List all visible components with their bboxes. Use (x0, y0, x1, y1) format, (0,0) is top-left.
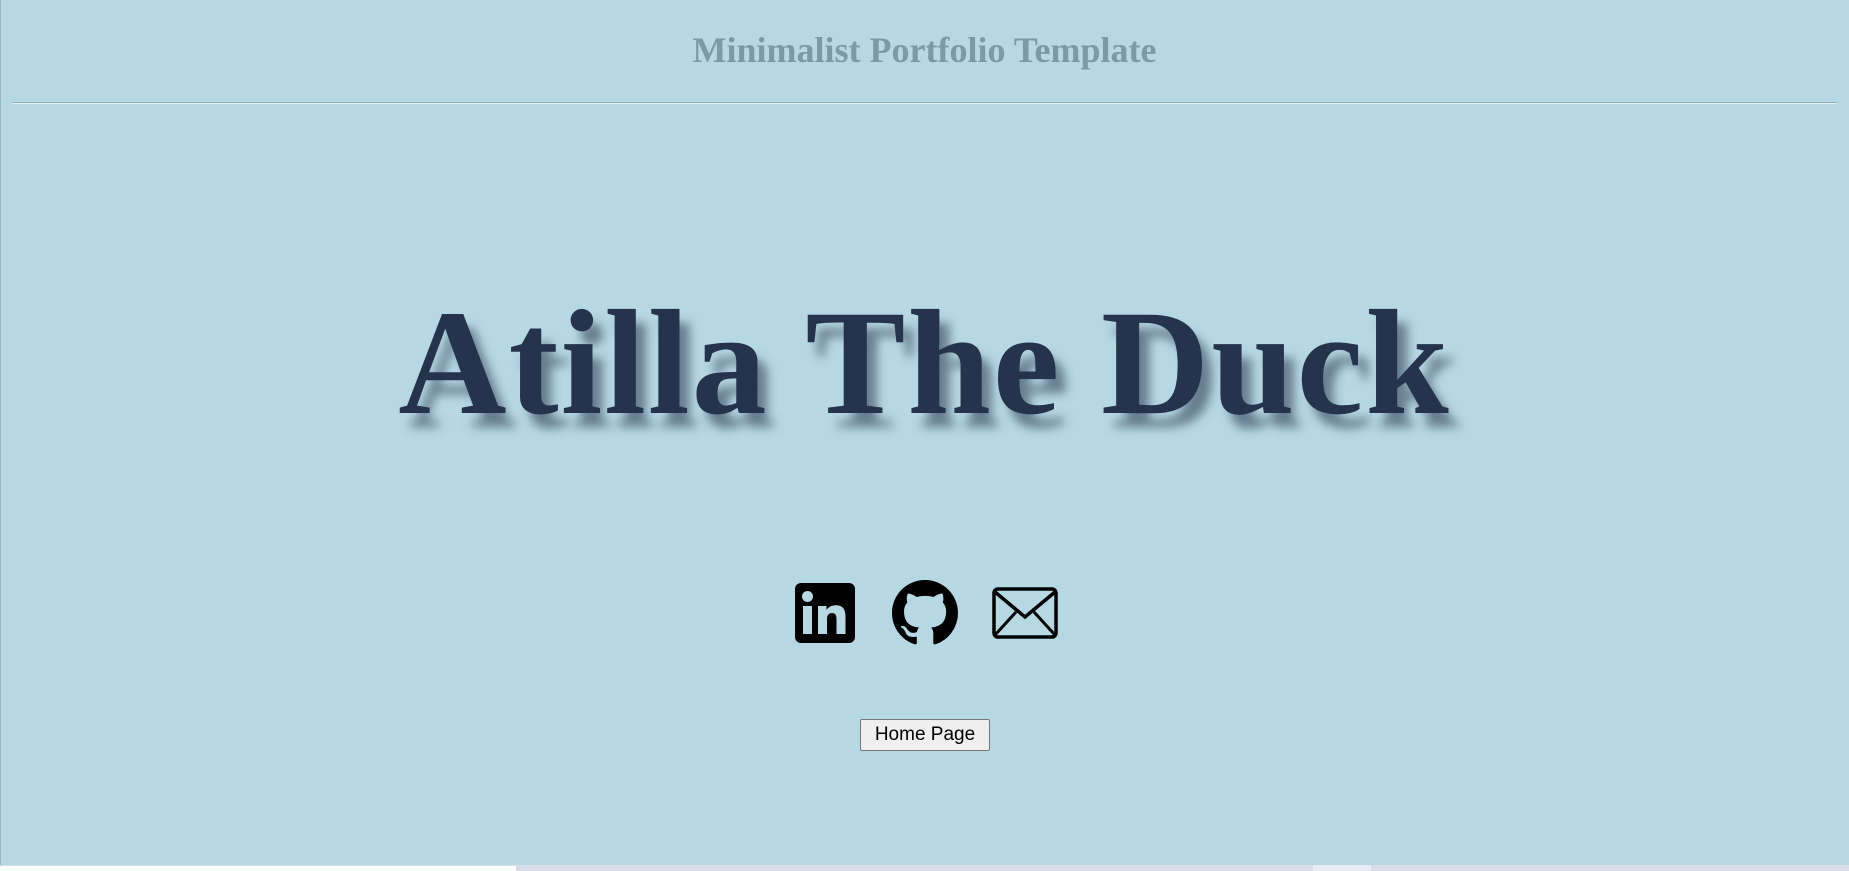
scrollbar-thumb[interactable] (0, 866, 516, 871)
header-divider (13, 102, 1837, 104)
linkedin-link[interactable] (792, 580, 858, 646)
mail-icon (991, 587, 1058, 639)
home-page-button[interactable]: Home Page (860, 719, 990, 751)
site-title: Minimalist Portfolio Template (692, 30, 1157, 70)
horizontal-scrollbar[interactable] (0, 865, 1849, 871)
scrollbar-marker (1313, 865, 1371, 871)
email-link[interactable] (991, 580, 1058, 646)
hero-name: Atilla The Duck (398, 280, 1451, 446)
linkedin-icon (794, 583, 855, 643)
github-link[interactable] (891, 580, 958, 646)
github-icon (891, 580, 958, 645)
social-links (0, 580, 1849, 646)
